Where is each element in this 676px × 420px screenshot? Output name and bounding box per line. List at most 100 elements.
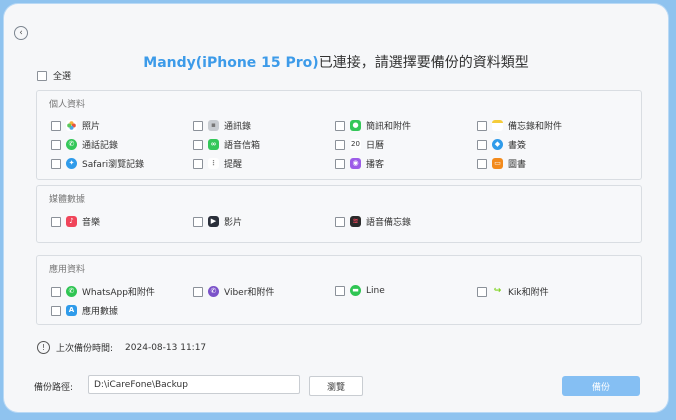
voicemail-icon: ∞ <box>208 139 219 150</box>
checkbox[interactable] <box>51 139 61 150</box>
books-icon: ▭ <box>492 158 503 169</box>
page-title: Mandy(iPhone 15 Pro)已連接，請選擇要備份的資料類型 <box>4 52 668 72</box>
browse-button[interactable]: 瀏覽 <box>309 376 363 396</box>
checkbox[interactable] <box>477 158 487 169</box>
item-label: Viber和附件 <box>224 288 275 298</box>
item-books[interactable]: ▭ 圖書 <box>477 157 526 170</box>
phone-icon: ✆ <box>66 139 77 150</box>
device-name: Mandy(iPhone 15 Pro) <box>143 55 319 71</box>
item-label: 提醒 <box>224 160 243 170</box>
app-data-group: 應用資料 ✆ WhatsApp和附件 ✆ Viber和附件 ▬ Line ↪ K… <box>36 255 642 325</box>
item-calendar[interactable]: 20 日曆 <box>335 138 384 151</box>
item-video[interactable]: ▶ 影片 <box>193 215 242 228</box>
title-suffix: 已連接，請選擇要備份的資料類型 <box>318 55 529 71</box>
item-photos[interactable]: 照片 <box>51 119 100 132</box>
checkbox[interactable] <box>37 70 47 81</box>
item-notes[interactable]: 備忘錄和附件 <box>477 119 562 132</box>
bookmark-icon: ◆ <box>492 139 503 150</box>
checkbox[interactable] <box>335 285 345 296</box>
item-label: 語音信箱 <box>224 141 261 151</box>
item-label: Line <box>366 285 385 296</box>
group-title-media: 媒體數據 <box>49 195 86 205</box>
back-icon[interactable]: ‹ <box>14 26 28 40</box>
backup-window: ‹ Mandy(iPhone 15 Pro)已連接，請選擇要備份的資料類型 全選… <box>4 4 668 412</box>
photos-icon <box>66 120 77 131</box>
last-backup-info: ! 上次備份時間: 2024-08-13 11:17 <box>37 341 206 354</box>
checkbox[interactable] <box>51 120 61 131</box>
item-bookmarks[interactable]: ◆ 書簽 <box>477 138 526 151</box>
reminders-icon: ⋮ <box>208 158 219 169</box>
checkbox[interactable] <box>51 286 61 297</box>
checkbox[interactable] <box>477 286 487 297</box>
item-label: 書簽 <box>508 141 527 151</box>
item-voicemail[interactable]: ∞ 語音信箱 <box>193 138 260 151</box>
item-label: 應用數據 <box>82 307 119 317</box>
music-icon: ♪ <box>66 216 77 227</box>
info-icon: ! <box>37 341 50 354</box>
whatsapp-icon: ✆ <box>66 286 77 297</box>
item-podcasts[interactable]: ◉ 播客 <box>335 157 384 170</box>
item-whatsapp[interactable]: ✆ WhatsApp和附件 <box>51 285 155 298</box>
item-label: 通話記錄 <box>82 141 119 151</box>
podcasts-icon: ◉ <box>350 158 361 169</box>
item-label: 日曆 <box>366 141 385 151</box>
last-backup-value: 2024-08-13 11:17 <box>125 342 207 353</box>
backup-path-label: 備份路徑: <box>34 383 74 393</box>
item-voice-memos[interactable]: ≋ 語音備忘錄 <box>335 215 411 228</box>
checkbox[interactable] <box>193 286 203 297</box>
select-all-checkbox[interactable]: 全選 <box>37 69 71 82</box>
safari-icon: ✦ <box>66 158 77 169</box>
checkbox[interactable] <box>193 158 203 169</box>
backup-path-field[interactable]: D:\iCareFone\Backup <box>88 375 300 394</box>
item-safari-history[interactable]: ✦ Safari瀏覽記錄 <box>51 157 144 170</box>
messages-icon: ● <box>350 120 361 131</box>
group-title-personal: 個人資料 <box>49 100 86 110</box>
item-kik[interactable]: ↪ Kik和附件 <box>477 285 549 298</box>
item-label: 播客 <box>366 160 385 170</box>
item-reminders[interactable]: ⋮ 提醒 <box>193 157 242 170</box>
backup-button[interactable]: 備份 <box>562 376 640 396</box>
backup-path-value: D:\iCareFone\Backup <box>94 379 188 390</box>
checkbox[interactable] <box>193 216 203 227</box>
item-contacts[interactable]: ▪ 通訊錄 <box>193 119 251 132</box>
item-label: 影片 <box>224 218 243 228</box>
notes-icon <box>492 120 503 131</box>
item-viber[interactable]: ✆ Viber和附件 <box>193 285 274 298</box>
video-icon: ▶ <box>208 216 219 227</box>
checkbox[interactable] <box>335 139 345 150</box>
item-label: Kik和附件 <box>508 288 549 298</box>
checkbox[interactable] <box>51 305 61 316</box>
app-store-icon: A <box>66 305 77 316</box>
checkbox[interactable] <box>335 120 345 131</box>
personal-data-group: 個人資料 照片 ▪ 通訊錄 ● 簡訊和附件 備忘錄和附件 ✆ 通話記錄 ∞ 語音… <box>36 90 642 180</box>
checkbox[interactable] <box>335 158 345 169</box>
item-label: 備忘錄和附件 <box>508 122 563 132</box>
item-label: 簡訊和附件 <box>366 122 412 132</box>
item-line[interactable]: ▬ Line <box>335 285 385 296</box>
voice-memo-icon: ≋ <box>350 216 361 227</box>
item-label: 照片 <box>82 122 101 132</box>
checkbox[interactable] <box>51 216 61 227</box>
kik-icon: ↪ <box>493 286 502 296</box>
item-call-log[interactable]: ✆ 通話記錄 <box>51 138 118 151</box>
line-icon: ▬ <box>350 285 361 296</box>
item-label: WhatsApp和附件 <box>82 288 155 298</box>
checkbox[interactable] <box>193 120 203 131</box>
last-backup-label: 上次備份時間: <box>56 344 114 354</box>
item-music[interactable]: ♪ 音樂 <box>51 215 100 228</box>
checkbox[interactable] <box>51 158 61 169</box>
checkbox[interactable] <box>477 139 487 150</box>
calendar-icon: 20 <box>350 139 361 150</box>
item-label: 音樂 <box>82 218 101 228</box>
group-title-apps: 應用資料 <box>49 265 86 275</box>
contacts-icon: ▪ <box>208 120 219 131</box>
viber-icon: ✆ <box>208 286 219 297</box>
checkbox[interactable] <box>193 139 203 150</box>
checkbox[interactable] <box>477 120 487 131</box>
item-label: Safari瀏覽記錄 <box>82 160 145 170</box>
media-data-group: 媒體數據 ♪ 音樂 ▶ 影片 ≋ 語音備忘錄 <box>36 185 642 243</box>
checkbox[interactable] <box>335 216 345 227</box>
item-app-data[interactable]: A 應用數據 <box>51 304 118 317</box>
item-messages[interactable]: ● 簡訊和附件 <box>335 119 411 132</box>
item-label: 語音備忘錄 <box>366 218 412 228</box>
